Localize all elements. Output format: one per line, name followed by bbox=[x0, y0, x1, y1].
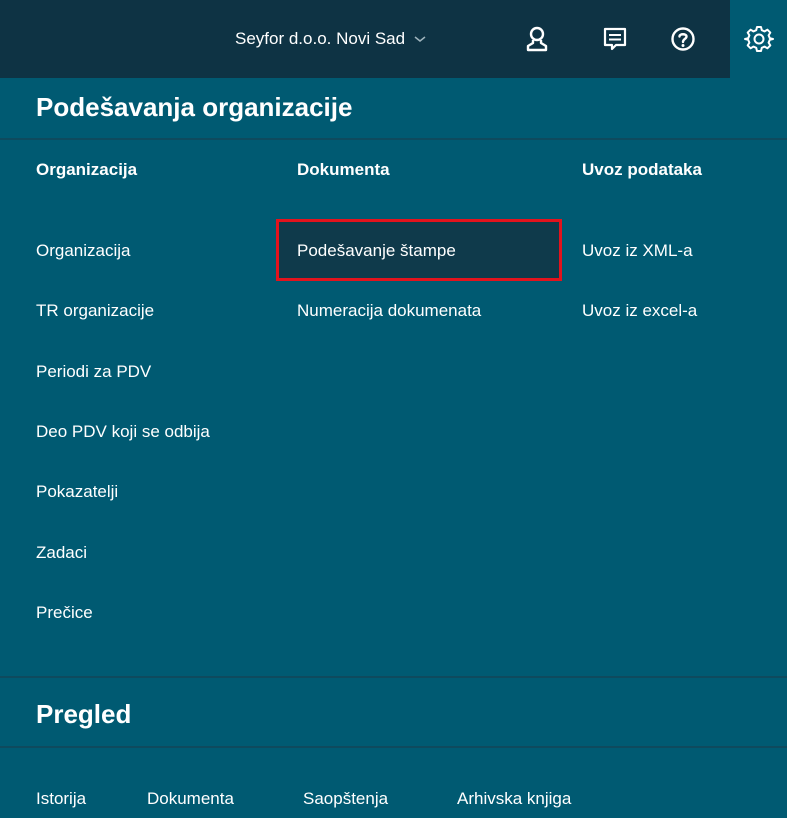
organization-selector[interactable]: Seyfor d.o.o. Novi Sad bbox=[235, 24, 427, 54]
divider bbox=[0, 746, 787, 748]
link-pokazatelji[interactable]: Pokazatelji bbox=[36, 482, 118, 502]
settings-title: Podešavanja organizacije bbox=[36, 92, 353, 122]
user-button[interactable] bbox=[520, 22, 554, 56]
settings-button[interactable] bbox=[730, 0, 787, 78]
pregled-item-istorija[interactable]: Istorija bbox=[36, 789, 86, 809]
messages-icon bbox=[603, 27, 627, 51]
link-precice[interactable]: Prečice bbox=[36, 603, 93, 623]
organization-name: Seyfor d.o.o. Novi Sad bbox=[235, 29, 406, 48]
pregled-title: Pregled bbox=[36, 699, 132, 729]
column-heading-organizacija: Organizacija bbox=[36, 160, 138, 179]
column-heading-dokumenta: Dokumenta bbox=[297, 160, 390, 179]
link-uvoz-iz-xml[interactable]: Uvoz iz XML-a bbox=[582, 241, 693, 261]
settings-icon bbox=[743, 26, 774, 52]
link-zadaci[interactable]: Zadaci bbox=[36, 543, 87, 563]
help-icon bbox=[671, 27, 695, 51]
link-tr-organizacije[interactable]: TR organizacije bbox=[36, 301, 154, 321]
link-uvoz-iz-excel[interactable]: Uvoz iz excel-a bbox=[582, 301, 697, 321]
pregled-item-dokumenta[interactable]: Dokumenta bbox=[147, 789, 234, 809]
link-organizacija[interactable]: Organizacija bbox=[36, 241, 131, 261]
divider bbox=[0, 676, 787, 678]
help-button[interactable] bbox=[666, 22, 700, 56]
column-heading-uvoz-podataka: Uvoz podataka bbox=[582, 160, 702, 179]
pregled-item-saopstenja[interactable]: Saopštenja bbox=[303, 789, 388, 809]
pregled-item-arhivska-knjiga[interactable]: Arhivska knjiga bbox=[457, 789, 571, 809]
messages-button[interactable] bbox=[598, 22, 632, 56]
link-deo-pdv-koji-se-odbija[interactable]: Deo PDV koji se odbija bbox=[36, 422, 210, 442]
chevron-down-icon bbox=[414, 36, 426, 42]
link-periodi-za-pdv[interactable]: Periodi za PDV bbox=[36, 362, 151, 382]
top-bar: Seyfor d.o.o. Novi Sad bbox=[0, 0, 787, 78]
link-numeracija-dokumenata[interactable]: Numeracija dokumenata bbox=[297, 301, 481, 321]
divider bbox=[0, 138, 787, 140]
user-icon bbox=[526, 26, 548, 52]
link-podesavanje-stampe[interactable]: Podešavanje štampe bbox=[297, 241, 456, 261]
